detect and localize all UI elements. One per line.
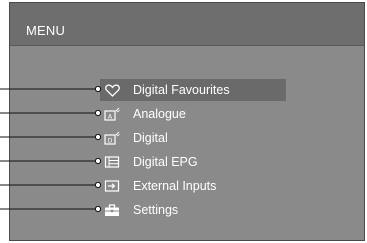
menu-item-label: Analogue [133, 107, 186, 121]
menu-item-label: Digital EPG [133, 155, 198, 169]
menu-item-digital-favourites[interactable]: Digital Favourites [100, 79, 286, 101]
menu-item-label: Settings [133, 203, 179, 217]
external-input-icon [104, 179, 120, 193]
svg-text:D: D [108, 138, 113, 145]
menu-item-digital[interactable]: D Digital [100, 127, 168, 149]
menu-item-digital-epg[interactable]: Digital EPG [100, 151, 198, 173]
menu-item-analogue[interactable]: A Analogue [100, 103, 186, 125]
analogue-tv-icon: A [104, 107, 120, 121]
menu-item-settings[interactable]: Settings [100, 199, 178, 221]
menu-item-label: External Inputs [133, 179, 217, 193]
epg-icon [104, 155, 120, 169]
menu-title-bar: MENU [10, 3, 364, 46]
toolbox-icon [104, 203, 120, 217]
heart-icon [104, 83, 120, 97]
menu-item-label: Digital [133, 131, 168, 145]
menu-item-external-inputs[interactable]: External Inputs [100, 175, 216, 197]
digital-tv-icon: D [104, 131, 120, 145]
tv-menu-screen: MENU Digital Favourites A Analogue D Dig… [9, 2, 365, 241]
menu-item-label: Digital Favourites [133, 83, 230, 97]
menu-title: MENU [26, 23, 66, 38]
manual-illustration: MENU Digital Favourites A Analogue D Dig… [0, 0, 367, 243]
